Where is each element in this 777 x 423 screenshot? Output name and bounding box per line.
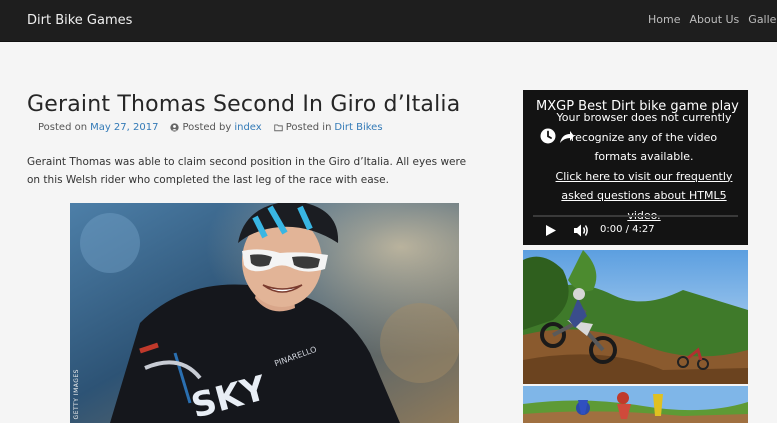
user-icon <box>170 123 180 132</box>
posted-by-label: Posted by <box>182 122 232 133</box>
posted-in-label: Posted in <box>285 122 332 133</box>
video-message-text: Your browser does not currently recogniz… <box>556 111 732 163</box>
video-controls: 0:00 / 4:27 <box>523 221 748 241</box>
posted-on-label: Posted on <box>38 122 88 133</box>
post-author-link[interactable]: index <box>234 122 261 133</box>
game-thumbnail-1[interactable] <box>523 250 748 384</box>
post-category-link[interactable]: Dirt Bikes <box>334 122 382 133</box>
video-unsupported-message: Your browser does not currently recogniz… <box>549 108 739 225</box>
post-excerpt: Geraint Thomas was able to claim second … <box>27 156 467 186</box>
post-meta: Posted on May 27, 2017 Posted by index P… <box>38 122 383 133</box>
nav-item-about-us[interactable]: About Us <box>689 13 739 26</box>
image-credit: GETTY IMAGES <box>73 368 80 419</box>
top-navbar: Dirt Bike Games Home About Us Gallery <box>0 0 777 42</box>
game-thumbnail-2[interactable] <box>523 386 748 423</box>
volume-icon[interactable] <box>573 223 590 238</box>
post-date-link[interactable]: May 27, 2017 <box>90 122 158 133</box>
dirt-bike-game-image-2 <box>523 386 748 423</box>
site-brand[interactable]: Dirt Bike Games <box>27 13 132 28</box>
nav-item-home[interactable]: Home <box>648 13 680 26</box>
video-time: 0:00 / 4:27 <box>600 224 655 235</box>
video-player[interactable]: MXGP Best Dirt bike game play Your brows… <box>523 90 748 245</box>
nav-item-gallery[interactable]: Gallery <box>748 13 777 26</box>
cyclist-photo: SKY PINARELLO <box>70 203 459 423</box>
main-nav: Home About Us Gallery <box>648 13 777 26</box>
video-progress-bar[interactable] <box>533 215 738 217</box>
folder-icon <box>273 124 283 132</box>
post-title[interactable]: Geraint Thomas Second In Giro d’Italia <box>27 92 460 117</box>
video-faq-link[interactable]: Click here to visit our frequently asked… <box>556 170 733 222</box>
dirt-bike-game-image <box>523 250 748 384</box>
play-icon[interactable] <box>545 224 557 237</box>
featured-image[interactable]: SKY PINARELLO GETTY IMAGES <box>70 203 459 423</box>
